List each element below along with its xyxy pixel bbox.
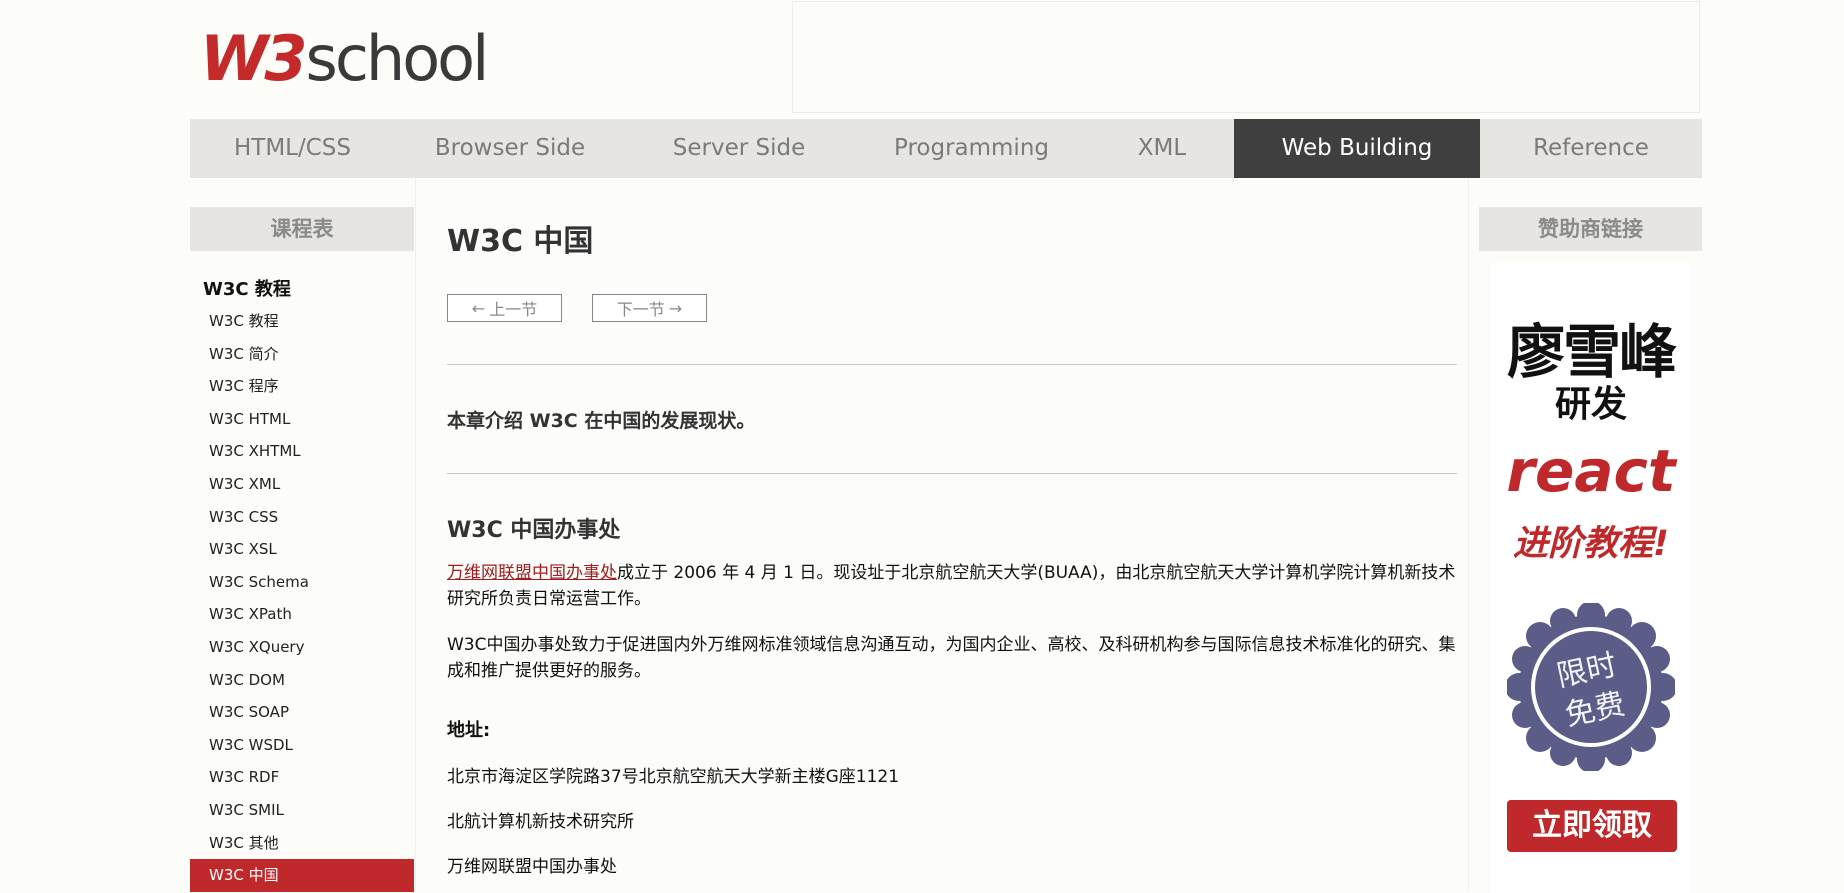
- sidebar-item-w3c-xsl[interactable]: W3C XSL: [190, 533, 414, 566]
- sidebar-section-title: W3C 教程: [203, 279, 291, 300]
- ad-line-2: 研发: [1554, 384, 1627, 425]
- w3school-logo[interactable]: W3 school: [200, 22, 490, 95]
- address-line: 北京市海淀区学院路37号北京航空航天大学新主楼G座1121: [447, 767, 900, 787]
- top-nav: HTML/CSS Browser Side Server Side Progra…: [190, 119, 1702, 178]
- sponsor-heading: 赞助商链接: [1479, 207, 1702, 251]
- header-ad-box: [792, 1, 1700, 113]
- nav-xml[interactable]: XML: [1090, 119, 1234, 178]
- address-label: 地址:: [447, 720, 491, 741]
- nav-programming[interactable]: Programming: [853, 119, 1090, 178]
- divider: [447, 473, 1457, 474]
- sidebar-item-w3c-wsdl[interactable]: W3C WSDL: [190, 729, 414, 762]
- sidebar-item-w3c-tutorial[interactable]: W3C 教程: [190, 305, 414, 338]
- sidebar-item-w3c-soap[interactable]: W3C SOAP: [190, 696, 414, 729]
- pager: ← 上一节 下一节 →: [447, 294, 707, 322]
- sidebar-list: W3C 教程 W3C 简介 W3C 程序 W3C HTML W3C XHTML …: [190, 305, 414, 892]
- right-sidebar: 赞助商链接 廖雪峰 研发 react 进阶教程! 限时 免费 立即领取: [1479, 207, 1702, 893]
- left-sidebar: 课程表 W3C 教程 W3C 教程 W3C 简介 W3C 程序 W3C HTML…: [190, 207, 414, 892]
- nav-reference[interactable]: Reference: [1480, 119, 1702, 178]
- address-line: 北航计算机新技术研究所: [447, 812, 634, 832]
- sidebar-item-w3c-other[interactable]: W3C 其他: [190, 827, 414, 860]
- main-content: W3C 中国 ← 上一节 下一节 → 本章介绍 W3C 在中国的发展现状。 W3…: [415, 178, 1469, 891]
- sidebar-item-w3c-smil[interactable]: W3C SMIL: [190, 794, 414, 827]
- paragraph-1: 万维网联盟中国办事处成立于 2006 年 4 月 1 日。现设址于北京航空航天大…: [447, 560, 1457, 612]
- nav-web-building[interactable]: Web Building: [1234, 119, 1480, 178]
- nav-server-side[interactable]: Server Side: [625, 119, 853, 178]
- sidebar-item-w3c-css[interactable]: W3C CSS: [190, 501, 414, 534]
- address-line: 万维网联盟中国办事处: [447, 857, 617, 877]
- nav-html-css[interactable]: HTML/CSS: [190, 119, 395, 178]
- sidebar-item-w3c-dom[interactable]: W3C DOM: [190, 664, 414, 697]
- arrow-right-icon: →: [668, 298, 683, 318]
- next-button[interactable]: 下一节 →: [592, 294, 707, 322]
- sidebar-item-w3c-china[interactable]: W3C 中国: [190, 859, 414, 892]
- sidebar-item-w3c-rdf[interactable]: W3C RDF: [190, 761, 414, 794]
- nav-browser-side[interactable]: Browser Side: [395, 119, 625, 178]
- sidebar-item-w3c-xml[interactable]: W3C XML: [190, 468, 414, 501]
- prev-button-label: 上一节: [489, 300, 538, 319]
- paragraph-2: W3C中国办事处致力于促进国内外万维网标准领域信息沟通互动，为国内企业、高校、及…: [447, 635, 1456, 681]
- intro-text: 本章介绍 W3C 在中国的发展现状。: [447, 410, 756, 432]
- ad-line-4: 进阶教程!: [1513, 524, 1669, 564]
- logo-school: school: [305, 22, 490, 95]
- sidebar-item-w3c-intro[interactable]: W3C 简介: [190, 338, 414, 371]
- sidebar-item-w3c-xhtml[interactable]: W3C XHTML: [190, 435, 414, 468]
- ad-line-3: react: [1506, 437, 1676, 505]
- logo-w3: W3: [200, 22, 308, 95]
- sidebar-item-w3c-xquery[interactable]: W3C XQuery: [190, 631, 414, 664]
- next-button-label: 下一节: [616, 300, 665, 319]
- sidebar-item-w3c-xpath[interactable]: W3C XPath: [190, 598, 414, 631]
- sidebar-item-w3c-schema[interactable]: W3C Schema: [190, 566, 414, 599]
- sidebar-item-w3c-html[interactable]: W3C HTML: [190, 403, 414, 436]
- claim-now-button[interactable]: 立即领取: [1507, 800, 1677, 852]
- sponsor-ad[interactable]: 廖雪峰 研发 react 进阶教程! 限时 免费 立即领取: [1491, 263, 1691, 893]
- divider: [447, 364, 1457, 365]
- prev-button[interactable]: ← 上一节: [447, 294, 562, 322]
- page-title: W3C 中国: [447, 224, 594, 259]
- arrow-left-icon: ←: [471, 298, 486, 318]
- section-title: W3C 中国办事处: [447, 518, 621, 543]
- sidebar-heading: 课程表: [190, 207, 414, 251]
- w3c-china-office-link[interactable]: 万维网联盟中国办事处: [447, 563, 617, 583]
- page-wrapper: W3 school HTML/CSS Browser Side Server Si…: [190, 0, 1702, 893]
- sidebar-item-w3c-process[interactable]: W3C 程序: [190, 370, 414, 403]
